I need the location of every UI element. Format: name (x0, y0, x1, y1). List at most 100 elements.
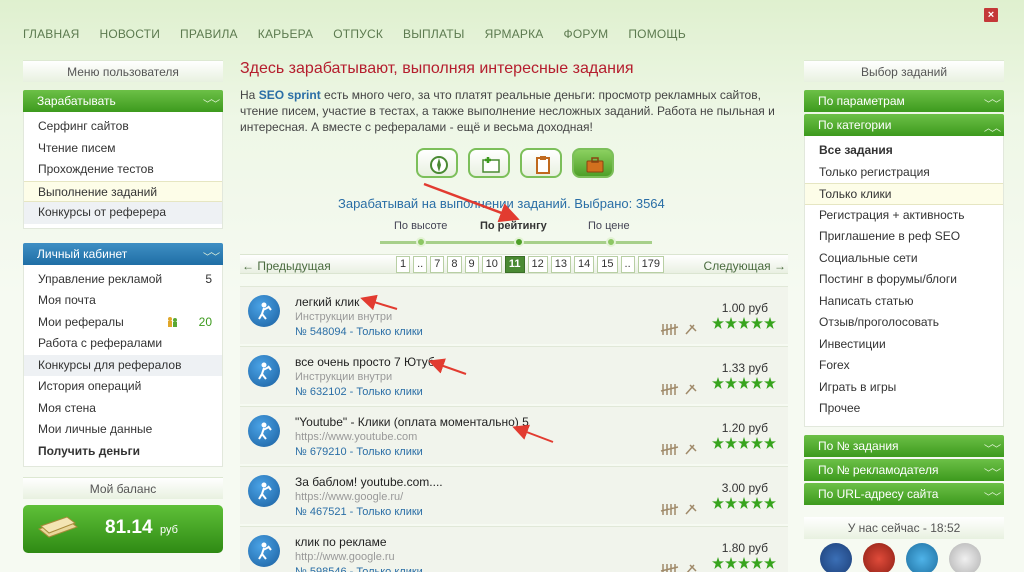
menu-item-wall[interactable]: Моя стена (24, 398, 222, 420)
social-icon-1[interactable] (820, 542, 852, 572)
nav-news[interactable]: НОВОСТИ (99, 27, 160, 41)
sort-by-price[interactable]: По цене (588, 220, 630, 232)
task-title[interactable]: все очень просто 7 Ютуб (295, 355, 435, 369)
task-number: № 632102 - Только клики (295, 386, 423, 398)
intro-body: есть много чего, за что платят реальные … (240, 88, 775, 134)
star-icon (725, 557, 737, 569)
category-item[interactable]: Регистрация + активность (805, 205, 1003, 227)
sort-dot-rating[interactable] (514, 237, 524, 247)
page-link[interactable]: 15 (597, 256, 618, 273)
sort-dot-price[interactable] (606, 237, 616, 247)
star-icon (738, 317, 750, 329)
nav-fair[interactable]: ЯРМАРКА (485, 27, 544, 41)
task-price: 3.00 руб (721, 481, 768, 495)
menu-item-history[interactable]: История операций (24, 376, 222, 398)
social-icon-4[interactable] (949, 542, 981, 572)
menu-item-tasks[interactable]: Выполнение заданий (24, 180, 222, 202)
tally-icon[interactable] (660, 562, 700, 572)
task-title[interactable]: "Youtube" - Клики (оплата моментально) 5 (295, 415, 529, 429)
social-icon-3[interactable] (906, 542, 938, 572)
filter-by-category-label: По категории (818, 118, 892, 132)
nav-vacation[interactable]: ОТПУСК (333, 27, 383, 41)
category-item[interactable]: Постинг в форумы/блоги (805, 269, 1003, 291)
page-link[interactable]: 11 (504, 256, 525, 273)
menu-item-tests[interactable]: Прохождение тестов (24, 159, 222, 181)
menu-item-get-money[interactable]: Получить деньги (24, 441, 222, 463)
page-link[interactable]: 179 (637, 256, 664, 273)
sort-dot-height[interactable] (416, 237, 426, 247)
task-title[interactable]: За баблом! youtube.com.... (295, 475, 443, 489)
tally-icon[interactable] (660, 502, 700, 516)
category-item[interactable]: Социальные сети (805, 248, 1003, 270)
filter-by-params-label: По параметрам (818, 94, 905, 108)
close-icon[interactable]: × (984, 8, 998, 22)
nav-career[interactable]: КАРЬЕРА (258, 27, 313, 41)
tab-add[interactable] (468, 148, 510, 178)
prev-page-link[interactable]: ← Предыдущая (242, 259, 331, 273)
task-title[interactable]: клик по рекламе (295, 535, 387, 549)
sort-by-height[interactable]: По высоте (394, 220, 447, 232)
category-item[interactable]: Играть в игры (805, 377, 1003, 399)
task-row[interactable]: За баблом! youtube.com.... https://www.go… (240, 466, 788, 524)
task-subtitle: Инструкции внутри (295, 311, 393, 323)
menu-item-referrer-contests[interactable]: Конкурсы от реферера (24, 202, 222, 224)
tally-icon[interactable] (660, 382, 700, 396)
tab-compass[interactable] (416, 148, 458, 178)
page-link[interactable]: 12 (527, 256, 548, 273)
task-row[interactable]: "Youtube" - Клики (оплата моментально) 5… (240, 406, 788, 464)
page-link[interactable]: 1 (396, 256, 411, 273)
nav-rules[interactable]: ПРАВИЛА (180, 27, 238, 41)
category-item[interactable]: Forex (805, 355, 1003, 377)
page-link[interactable]: 13 (550, 256, 572, 273)
menu-item-ad-management[interactable]: Управление рекламой 5 (24, 269, 222, 291)
chevron-down-icon: ﹀﹀ (202, 99, 220, 109)
tab-clipboard[interactable] (520, 148, 562, 178)
filter-by-advertiser-label: По № рекламодателя (818, 462, 939, 477)
category-item[interactable]: Только клики (805, 183, 1003, 205)
menu-item-my-referrals[interactable]: Мои рефералы 20 (24, 312, 222, 334)
filter-by-task-number[interactable]: По № задания ﹀﹀ (804, 434, 1004, 457)
earn-menu-header[interactable]: Зарабатывать ﹀﹀ (23, 90, 223, 112)
menu-item-referral-contests[interactable]: Конкурсы для рефералов (24, 354, 222, 376)
filter-by-url[interactable]: По URL-адресу сайта ﹀﹀ (804, 482, 1004, 505)
tab-briefcase[interactable] (572, 148, 614, 178)
menu-item-personal-data[interactable]: Мои личные данные (24, 419, 222, 441)
menu-item-mail[interactable]: Чтение писем (24, 138, 222, 160)
task-title[interactable]: легкий клик (295, 295, 359, 309)
menu-item-referral-work[interactable]: Работа с рефералами (24, 333, 222, 355)
filter-by-params[interactable]: По параметрам ﹀﹀ (804, 90, 1004, 112)
category-item[interactable]: Все задания (805, 140, 1003, 162)
task-row[interactable]: легкий клик Инструкции внутри № 548094 - Т… (240, 286, 788, 344)
page-link[interactable]: 8 (447, 256, 462, 273)
nav-payouts[interactable]: ВЫПЛАТЫ (403, 27, 465, 41)
next-page-link[interactable]: Следующая → (704, 259, 786, 273)
page-link[interactable]: 10 (481, 256, 502, 273)
nav-help[interactable]: ПОМОЩЬ (628, 27, 686, 41)
task-number: № 467521 - Только клики (295, 506, 423, 518)
category-item[interactable]: Инвестиции (805, 334, 1003, 356)
tally-icon[interactable] (660, 442, 700, 456)
task-row[interactable]: клик по рекламе http://www.google.ru № 598… (240, 526, 788, 572)
category-item[interactable]: Отзыв/проголосовать (805, 312, 1003, 334)
clipboard-icon (536, 156, 550, 174)
page-link[interactable]: 14 (574, 256, 595, 273)
menu-item-my-mail[interactable]: Моя почта (24, 290, 222, 312)
category-item[interactable]: Написать статью (805, 291, 1003, 313)
task-filter-title: Выбор заданий (804, 60, 1004, 82)
nav-home[interactable]: ГЛАВНАЯ (23, 27, 79, 41)
sort-by-rating[interactable]: По рейтингу (480, 220, 547, 232)
category-item[interactable]: Приглашение в реф SEO (805, 226, 1003, 248)
menu-item-surfing[interactable]: Серфинг сайтов (24, 116, 222, 138)
balance-box[interactable]: 81.14 руб (23, 505, 223, 553)
category-item[interactable]: Прочее (805, 398, 1003, 420)
nav-forum[interactable]: ФОРУМ (564, 27, 609, 41)
page-link[interactable]: 7 (430, 256, 445, 273)
cabinet-menu-header[interactable]: Личный кабинет ﹀﹀ (23, 242, 223, 265)
filter-by-category[interactable]: По категории ︿︿ (804, 114, 1004, 136)
social-icon-2[interactable] (863, 542, 895, 572)
task-row[interactable]: все очень просто 7 Ютуб Инструкции внутри… (240, 346, 788, 404)
filter-by-advertiser[interactable]: По № рекламодателя ﹀﹀ (804, 458, 1004, 481)
page-link[interactable]: 9 (464, 256, 479, 273)
category-item[interactable]: Только регистрация (805, 162, 1003, 184)
tally-icon[interactable] (660, 322, 700, 336)
